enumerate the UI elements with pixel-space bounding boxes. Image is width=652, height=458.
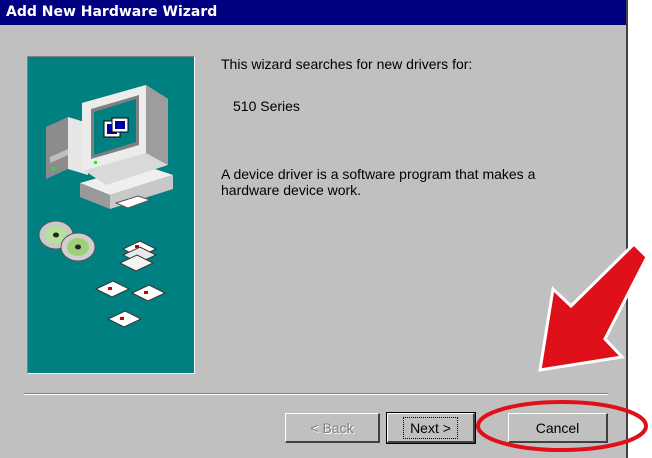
intro-text: This wizard searches for new drivers for… (221, 56, 473, 72)
floppy-disk-icon (94, 240, 167, 328)
next-button[interactable]: Next > (386, 412, 476, 444)
computer-icon (46, 85, 173, 209)
wizard-illustration (27, 56, 195, 374)
description-text: A device driver is a software program th… (221, 166, 536, 198)
back-button[interactable]: < Back (285, 413, 380, 443)
next-button-label: Next > (403, 417, 458, 439)
back-button-label: < Back (310, 420, 354, 436)
cancel-button[interactable]: Cancel (508, 413, 608, 443)
wizard-dialog: Add New Hardware Wizard This wizard sear… (0, 0, 628, 458)
separator (24, 393, 608, 395)
cd-icon (38, 220, 96, 262)
cancel-button-label: Cancel (535, 420, 580, 436)
device-name: 510 Series (233, 98, 300, 114)
window-title: Add New Hardware Wizard (0, 0, 626, 25)
